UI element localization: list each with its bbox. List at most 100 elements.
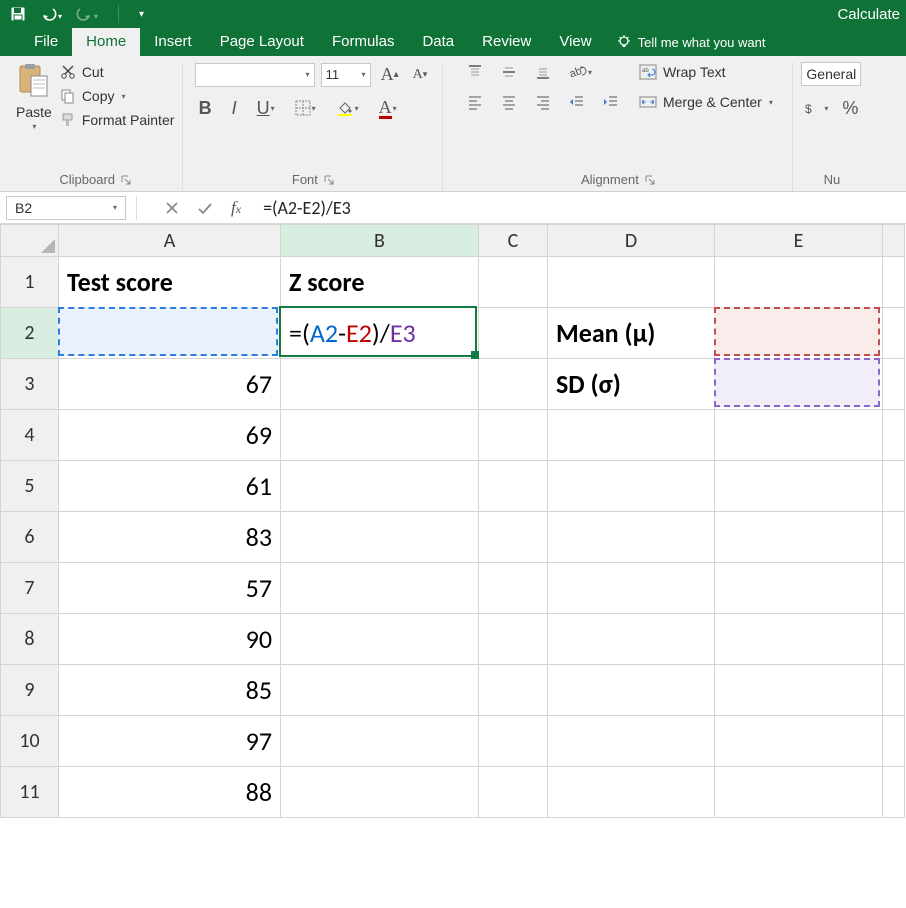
cell-E9[interactable]: [715, 665, 883, 716]
cell-C7[interactable]: [479, 563, 548, 614]
row-header-8[interactable]: 8: [1, 614, 59, 665]
cell-D7[interactable]: [548, 563, 715, 614]
fill-color-button[interactable]: ▾: [332, 97, 363, 119]
row-header-1[interactable]: 1: [1, 257, 59, 308]
cell-C3[interactable]: [479, 359, 548, 410]
spreadsheet-grid[interactable]: ABCDE 1Test scoreZ score272=(A2-E2)/E3Me…: [0, 224, 906, 818]
cell-D5[interactable]: [548, 461, 715, 512]
tab-review[interactable]: Review: [468, 28, 545, 56]
cell-extra-7[interactable]: [883, 563, 905, 614]
column-header-c[interactable]: C: [479, 225, 548, 257]
cell-B4[interactable]: [281, 410, 479, 461]
dialog-launcher-icon[interactable]: [121, 175, 131, 185]
dialog-launcher-icon[interactable]: [645, 175, 655, 185]
copy-button[interactable]: Copy ▾: [60, 86, 175, 106]
tab-page-layout[interactable]: Page Layout: [206, 28, 318, 56]
cell-E1[interactable]: [715, 257, 883, 308]
cell-A5[interactable]: 61: [59, 461, 281, 512]
align-top-icon[interactable]: [463, 62, 487, 82]
formula-bar-input[interactable]: =(A2-E2)/E3: [259, 197, 906, 219]
cell-C6[interactable]: [479, 512, 548, 563]
paste-button[interactable]: Paste ▾: [16, 62, 52, 131]
wrap-text-button[interactable]: ab Wrap Text: [639, 62, 773, 82]
cell-A2[interactable]: 72: [59, 308, 281, 359]
cell-E7[interactable]: [715, 563, 883, 614]
cell-A9[interactable]: 85: [59, 665, 281, 716]
row-header-5[interactable]: 5: [1, 461, 59, 512]
cell-A3[interactable]: 67: [59, 359, 281, 410]
cell-C11[interactable]: [479, 767, 548, 818]
italic-button[interactable]: I: [228, 96, 241, 121]
tab-file[interactable]: File: [20, 28, 72, 56]
cut-button[interactable]: Cut: [60, 62, 175, 82]
align-right-icon[interactable]: [531, 92, 555, 112]
cell-D8[interactable]: [548, 614, 715, 665]
cell-extra-2[interactable]: [883, 308, 905, 359]
cell-B7[interactable]: [281, 563, 479, 614]
column-header-extra[interactable]: [883, 225, 905, 257]
cell-D2[interactable]: Mean (μ): [548, 308, 715, 359]
cancel-formula-icon[interactable]: [165, 201, 179, 215]
cell-extra-4[interactable]: [883, 410, 905, 461]
cell-A11[interactable]: 88: [59, 767, 281, 818]
tab-home[interactable]: Home: [72, 28, 140, 56]
font-name-box[interactable]: ▾: [195, 63, 315, 87]
cell-A10[interactable]: 97: [59, 716, 281, 767]
cell-A8[interactable]: 90: [59, 614, 281, 665]
cell-E6[interactable]: [715, 512, 883, 563]
row-header-11[interactable]: 11: [1, 767, 59, 818]
underline-button[interactable]: U▾: [253, 96, 279, 121]
cell-B8[interactable]: [281, 614, 479, 665]
cell-C4[interactable]: [479, 410, 548, 461]
font-size-box[interactable]: 11▾: [321, 63, 371, 87]
column-header-a[interactable]: A: [59, 225, 281, 257]
percent-format-icon[interactable]: %: [838, 96, 862, 121]
cell-extra-10[interactable]: [883, 716, 905, 767]
cell-B5[interactable]: [281, 461, 479, 512]
qat-customize-icon[interactable]: ▾: [139, 9, 144, 20]
dialog-launcher-icon[interactable]: [324, 175, 334, 185]
align-bottom-icon[interactable]: [531, 62, 555, 82]
tab-insert[interactable]: Insert: [140, 28, 206, 56]
cell-B6[interactable]: [281, 512, 479, 563]
cell-E8[interactable]: [715, 614, 883, 665]
cell-E10[interactable]: [715, 716, 883, 767]
cell-D11[interactable]: [548, 767, 715, 818]
cell-E2[interactable]: 76.9: [715, 308, 883, 359]
cell-C10[interactable]: [479, 716, 548, 767]
orientation-icon[interactable]: ab▾: [565, 62, 596, 82]
row-header-7[interactable]: 7: [1, 563, 59, 614]
number-format-box[interactable]: General: [801, 62, 861, 86]
align-center-icon[interactable]: [497, 92, 521, 112]
cell-extra-3[interactable]: [883, 359, 905, 410]
accounting-format-icon[interactable]: $▾: [801, 99, 832, 119]
merge-center-button[interactable]: Merge & Center ▾: [639, 92, 773, 112]
bold-button[interactable]: B: [195, 96, 216, 121]
borders-button[interactable]: ▾: [291, 98, 320, 118]
row-header-9[interactable]: 9: [1, 665, 59, 716]
cell-B3[interactable]: [281, 359, 479, 410]
increase-font-icon[interactable]: A▴: [377, 62, 403, 87]
increase-indent-icon[interactable]: [599, 92, 623, 112]
cell-A6[interactable]: 83: [59, 512, 281, 563]
format-painter-button[interactable]: Format Painter: [60, 110, 175, 130]
cell-D6[interactable]: [548, 512, 715, 563]
cell-extra-1[interactable]: [883, 257, 905, 308]
cell-E5[interactable]: [715, 461, 883, 512]
align-left-icon[interactable]: [463, 92, 487, 112]
cell-extra-11[interactable]: [883, 767, 905, 818]
cell-E11[interactable]: [715, 767, 883, 818]
cell-D3[interactable]: SD (σ): [548, 359, 715, 410]
cell-extra-8[interactable]: [883, 614, 905, 665]
cell-C1[interactable]: [479, 257, 548, 308]
cell-B10[interactable]: [281, 716, 479, 767]
decrease-indent-icon[interactable]: [565, 92, 589, 112]
tab-formulas[interactable]: Formulas: [318, 28, 409, 56]
name-box[interactable]: B2 ▾: [6, 196, 126, 220]
insert-function-icon[interactable]: fx: [231, 198, 241, 218]
cell-D4[interactable]: [548, 410, 715, 461]
cell-E4[interactable]: [715, 410, 883, 461]
select-all-corner[interactable]: [1, 225, 59, 257]
tab-data[interactable]: Data: [408, 28, 468, 56]
enter-formula-icon[interactable]: [197, 201, 213, 215]
